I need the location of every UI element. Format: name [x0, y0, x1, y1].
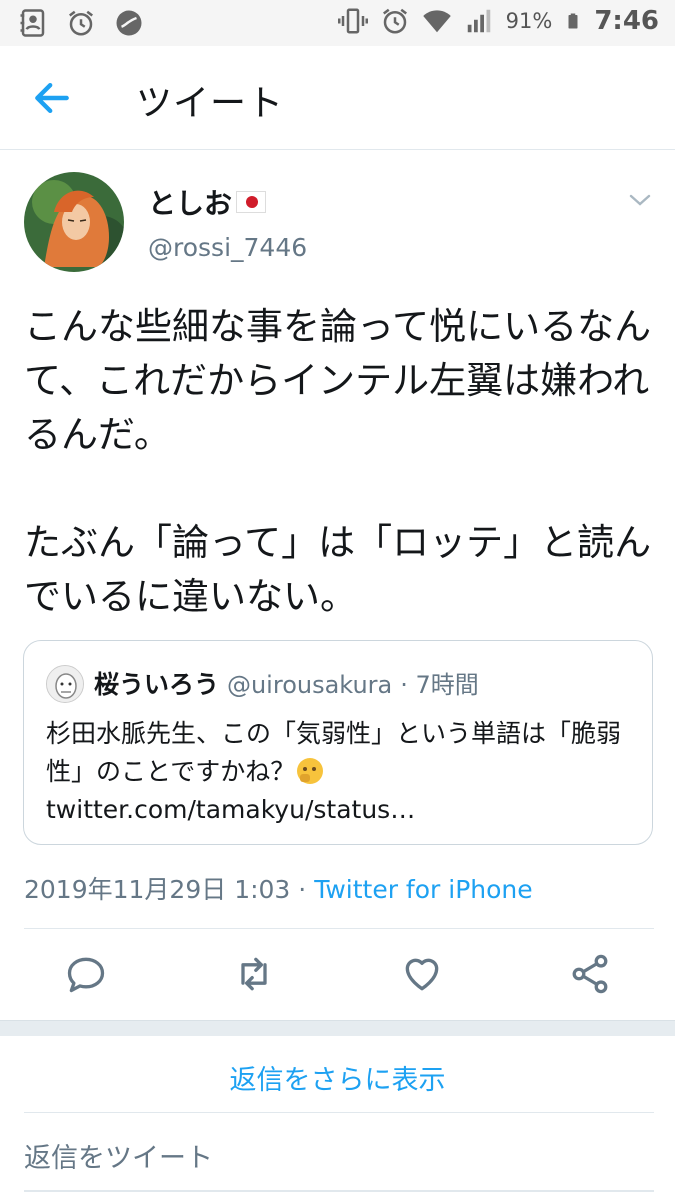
- vibrate-icon: [337, 8, 368, 34]
- alarm-icon: [382, 8, 407, 34]
- signal-icon: [467, 9, 490, 33]
- reply-icon[interactable]: [64, 952, 108, 996]
- meta-separator: ·: [290, 875, 315, 904]
- tweet-text: こんな些細な事を論って悦にいるなんて、これだからインテル左翼は嫌われるんだ。 た…: [24, 300, 654, 624]
- user-name[interactable]: としお: [148, 182, 267, 222]
- avatar[interactable]: [24, 172, 124, 272]
- reply-input[interactable]: 返信をツイート: [24, 1136, 654, 1180]
- quoted-user-handle: @uirousakura: [226, 671, 393, 699]
- top-app-bar: ツイート: [0, 46, 675, 150]
- user-handle[interactable]: @rossi_7446: [148, 233, 307, 262]
- avatar-image: [24, 172, 124, 272]
- chevron-down-icon[interactable]: [626, 190, 654, 210]
- tweet-meta: 2019年11月29日 1:03 · Twitter for iPhone: [24, 870, 533, 906]
- divider: [24, 1190, 654, 1192]
- tweet-text-paragraph-1: こんな些細な事を論って悦にいるなんて、これだからインテル左翼は嫌われるんだ。: [24, 305, 652, 456]
- quoted-time-ago: · 7時間: [400, 671, 479, 699]
- like-icon[interactable]: [400, 952, 444, 996]
- show-more-replies-button[interactable]: 返信をさらに表示: [0, 1036, 675, 1112]
- battery-icon: [568, 13, 578, 29]
- quoted-user-name: 桜ういろう: [94, 670, 220, 699]
- quoted-tweet[interactable]: 桜ういろう @uirousakura · 7時間 杉田水脈先生、この「気弱性」と…: [23, 640, 653, 845]
- status-bar: 91% 7:46: [0, 0, 675, 46]
- section-divider: [0, 1020, 675, 1036]
- status-left-icons: [18, 8, 144, 38]
- wifi-icon: [422, 10, 451, 33]
- tweet-timestamp: 2019年11月29日 1:03: [24, 875, 291, 904]
- quoted-link[interactable]: twitter.com/tamakyu/status…: [46, 795, 415, 824]
- share-icon[interactable]: [568, 952, 612, 996]
- tweet-source-link[interactable]: Twitter for iPhone: [314, 875, 532, 904]
- quoted-avatar-image: [47, 666, 83, 702]
- battery-percent: 91%: [505, 9, 553, 33]
- alarm-icon: [69, 10, 93, 36]
- status-time: 7:46: [594, 6, 659, 36]
- retweet-icon[interactable]: [232, 952, 276, 996]
- contacts-icon: [20, 9, 45, 37]
- divider: [24, 928, 654, 929]
- status-right-icons: 91% 7:46: [337, 6, 659, 36]
- user-name-text: としお: [148, 187, 233, 220]
- app-icon: [116, 10, 142, 36]
- quoted-text-body: 杉田水脈先生、この「気弱性」という単語は「脆弱性」のことですかね？: [46, 719, 622, 786]
- tweet-text-paragraph-2: たぶん「論って」は「ロッテ」と読んでいるに違いない。: [24, 521, 652, 618]
- arrow-left-icon[interactable]: [30, 76, 74, 120]
- page-title: ツイート: [136, 83, 285, 124]
- quoted-header: 桜ういろう @uirousakura · 7時間: [94, 665, 479, 701]
- quoted-text: 杉田水脈先生、この「気弱性」という単語は「脆弱性」のことですかね？ twitte…: [46, 715, 636, 829]
- japan-flag-icon: [236, 191, 267, 213]
- quoted-avatar: [46, 665, 84, 703]
- divider: [24, 1112, 654, 1113]
- thinking-face-icon: [297, 758, 324, 784]
